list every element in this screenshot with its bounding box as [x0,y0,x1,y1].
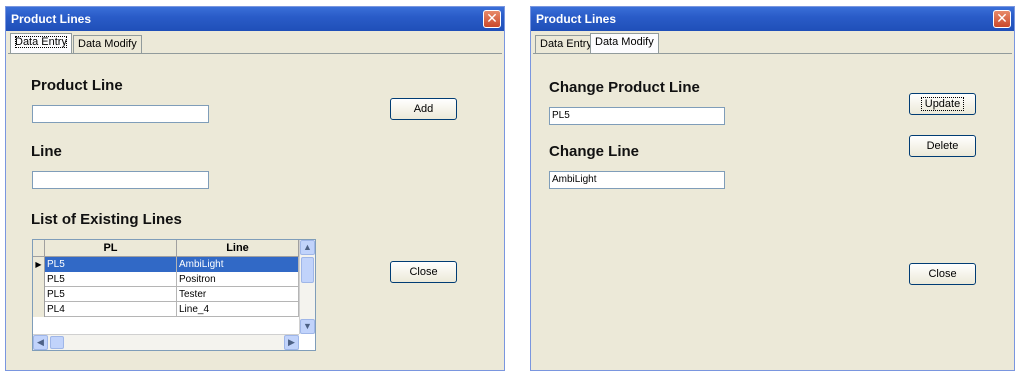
table-row[interactable]: PL4 Line_4 [33,302,299,317]
change-product-line-label: Change Product Line [549,79,700,96]
chevron-right-icon[interactable]: ▶ [284,335,299,350]
window-title: Product Lines [11,12,92,26]
tab-divider [533,53,1012,54]
window-title: Product Lines [536,12,617,26]
tab-data-modify[interactable]: Data Modify [590,33,659,53]
cell-pl[interactable]: PL5 [45,287,177,302]
tab-divider [8,53,502,54]
cell-line[interactable]: Line_4 [177,302,299,317]
window-title-bar[interactable]: Product Lines [6,7,504,31]
product-lines-window-entry: Product Lines ✕ Data Entry Data Modify P… [5,6,505,371]
list-of-existing-lines-label: List of Existing Lines [31,211,182,228]
current-row-indicator: ▶ [33,257,45,272]
chevron-left-icon[interactable]: ◀ [33,335,48,350]
update-button[interactable]: Update [909,93,976,115]
tab-data-entry[interactable]: Data Entry [10,33,72,53]
close-icon[interactable]: ✕ [483,10,501,28]
cell-line[interactable]: Positron [177,272,299,287]
horizontal-scrollbar[interactable]: ◀ ▶ [33,334,299,350]
line-input[interactable] [32,171,209,189]
column-header-line[interactable]: Line [177,240,299,257]
cell-pl[interactable]: PL5 [45,257,177,272]
column-header-pl[interactable]: PL [45,240,177,257]
table-row[interactable]: PL5 Tester [33,287,299,302]
change-line-label: Change Line [549,143,640,160]
cell-line[interactable]: AmbiLight [177,257,299,272]
change-product-line-input[interactable]: PL5 [549,107,725,125]
product-lines-window-modify: Product Lines ✕ Data Entry Data Modify C… [530,6,1015,371]
row-header-corner [33,240,45,257]
chevron-down-icon[interactable]: ▼ [300,319,315,334]
table-row[interactable]: ▶ PL5 AmbiLight [33,257,299,272]
existing-lines-grid[interactable]: PL Line ▶ PL5 AmbiLight PL5 Positron PL5… [32,239,316,351]
row-selector[interactable] [33,302,45,317]
vertical-scrollbar[interactable]: ▲ ▼ [299,240,315,334]
row-selector[interactable] [33,272,45,287]
delete-button[interactable]: Delete [909,135,976,157]
product-line-label: Product Line [31,77,123,94]
product-line-input[interactable] [32,105,209,123]
grid-header: PL Line [33,240,299,257]
change-line-input[interactable]: AmbiLight [549,171,725,189]
line-label: Line [31,143,62,160]
close-button[interactable]: Close [390,261,457,283]
window-title-bar[interactable]: Product Lines [531,7,1014,31]
add-button[interactable]: Add [390,98,457,120]
vertical-scroll-thumb[interactable] [301,257,314,283]
tab-data-entry[interactable]: Data Entry [535,35,597,53]
close-button[interactable]: Close [909,263,976,285]
cell-pl[interactable]: PL5 [45,272,177,287]
table-row[interactable]: PL5 Positron [33,272,299,287]
cell-line[interactable]: Tester [177,287,299,302]
close-icon[interactable]: ✕ [993,10,1011,28]
cell-pl[interactable]: PL4 [45,302,177,317]
row-selector[interactable] [33,287,45,302]
horizontal-scroll-thumb[interactable] [50,336,64,349]
chevron-up-icon[interactable]: ▲ [300,240,315,255]
tab-data-modify[interactable]: Data Modify [73,35,142,53]
